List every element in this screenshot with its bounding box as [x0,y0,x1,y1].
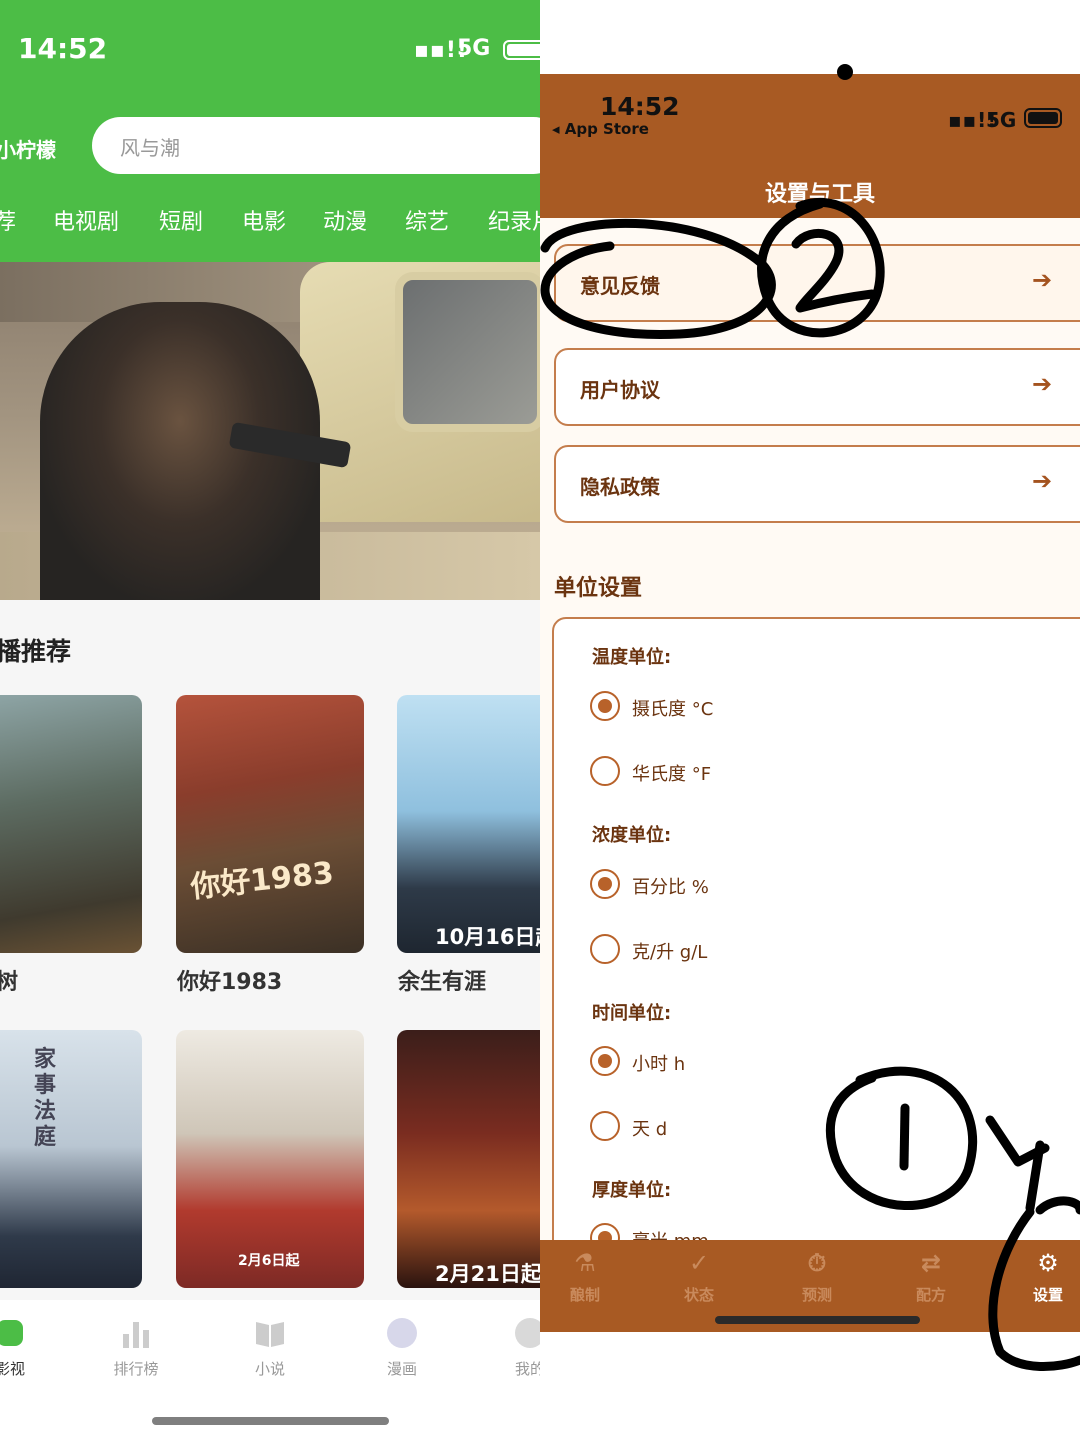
option-label: 摄氏度 °C [632,699,714,720]
concentration-group-label: 浓度单位: [592,825,672,846]
tab-recipe[interactable]: ⇄ 配方 [886,1248,976,1305]
tab-label: 酿制 [569,1286,600,1304]
status-time: 14:52 [18,32,108,65]
green-header: 14:52 ▪▪!! 5G 小柠檬 风与潮 荐 电视剧 短剧 电影 动漫 综艺 … [0,0,540,262]
screenshot-composite: 14:52 ▪▪!! 5G 小柠檬 风与潮 荐 电视剧 短剧 电影 动漫 综艺 … [0,0,1080,1440]
poster-overlay-text: 家事法庭 [34,1046,57,1150]
option-label: 克/升 g/L [632,942,708,963]
poster-card[interactable]: 2月21日起 [397,1030,540,1288]
battery-icon [1024,108,1062,128]
bar-chart-icon [123,1322,149,1348]
tab-settings[interactable]: ⚙ 设置 [1003,1248,1080,1305]
nav-item-comic[interactable]: 漫画 [362,1316,442,1379]
back-to-app-store[interactable]: ◂ App Store [552,120,649,138]
home-indicator [152,1417,389,1425]
home-indicator [715,1316,920,1324]
tab-label: 配方 [915,1286,946,1304]
nav-item-me[interactable]: 我的 [490,1316,540,1379]
nav-label: 漫画 [386,1360,417,1378]
check-icon: ✓ [688,1249,710,1277]
poster-card[interactable] [0,695,142,953]
option-label: 华氏度 °F [632,764,712,785]
privacy-policy-row[interactable]: 隐私政策 ➔ [554,445,1080,523]
battery-icon [503,40,540,60]
radio-selected-icon [590,691,620,721]
home-icon [0,1320,23,1346]
poster-overlay-text: 2月21日起 [435,1262,540,1286]
poster-title[interactable]: 你好1983 [177,964,282,996]
option-label: 天 d [632,1119,668,1140]
poster-overlay-text: 2月6日起 [238,1253,300,1269]
search-placeholder: 风与潮 [120,136,180,160]
search-input[interactable]: 风与潮 [92,117,540,174]
poster-title[interactable]: 余生有涯 [398,964,486,996]
swap-icon: ⇄ [920,1249,942,1277]
nav-label: 影视 [0,1360,25,1378]
status-time: 14:52 [600,92,680,121]
nav-item-ranking[interactable]: 排行榜 [96,1316,176,1379]
gear-icon: ⚙ [1037,1249,1059,1277]
hero-banner[interactable] [0,262,540,600]
brand-logo[interactable]: 小柠檬 [0,134,56,163]
tab-documentary[interactable]: 纪录片 [488,204,540,236]
arrow-right-icon: ➔ [1032,370,1053,398]
poster-overlay-text: 10月16日起 [435,925,540,949]
radio-empty-icon [590,756,620,786]
option-label: 小时 h [632,1054,686,1075]
user-agreement-row[interactable]: 用户协议 ➔ [554,348,1080,426]
time-group-label: 时间单位: [592,1003,672,1024]
settings-app-screen: 14:52 ◂ App Store ▪▪!! 5G 设置与工具 意见反馈 ➔ 用… [540,0,1080,1440]
nav-item-video[interactable]: 影视 [0,1316,50,1379]
radio-selected-icon [590,869,620,899]
tab-brew[interactable]: ⚗ 酿制 [540,1248,630,1305]
radio-selected-icon [590,1046,620,1076]
nav-item-novel[interactable]: 小说 [230,1316,310,1379]
stopwatch-icon: ⏱ [807,1249,827,1277]
radio-empty-icon [590,934,620,964]
tab-variety[interactable]: 综艺 [405,204,449,236]
tab-label: 预测 [801,1286,832,1304]
tab-predict[interactable]: ⏱ 预测 [772,1248,862,1305]
poster-card[interactable]: 10月16日起 [397,695,540,953]
network-label: 5G [457,36,491,61]
tab-movie[interactable]: 电影 [242,204,286,236]
flask-icon: ⚗ [574,1249,596,1277]
poster-title[interactable]: 树 [0,964,18,996]
page-title: 设置与工具 [764,182,875,207]
tab-recommend[interactable]: 荐 [0,204,16,236]
tab-label: 状态 [683,1286,714,1304]
poster-card[interactable]: 家事法庭 [0,1030,142,1288]
poster-card[interactable]: 你好1983 [176,695,364,953]
nav-label: 排行榜 [113,1360,159,1378]
row-label: 意见反馈 [580,274,660,298]
comic-icon [387,1318,417,1348]
option-label: 百分比 % [632,877,709,898]
arrow-right-icon: ➔ [1032,467,1053,495]
tab-short[interactable]: 短剧 [159,204,203,236]
tab-anime[interactable]: 动漫 [323,204,367,236]
tab-status[interactable]: ✓ 状态 [654,1248,744,1305]
radio-empty-icon [590,1111,620,1141]
nav-label: 小说 [254,1360,285,1378]
network-label: 5G [986,108,1017,132]
book-icon [256,1322,284,1347]
tab-tv[interactable]: 电视剧 [53,204,119,236]
camera-dot [837,64,853,80]
poster-overlay-text: 你好1983 [188,855,336,906]
arrow-right-icon: ➔ [1032,266,1053,294]
poster-card[interactable]: 2月6日起 [176,1030,364,1288]
unit-settings-panel: 温度单位: 摄氏度 °C 华氏度 °F 浓度单位: 百分比 % 克/升 g/L … [552,617,1080,1257]
temperature-group-label: 温度单位: [592,647,672,668]
unit-settings-heading: 单位设置 [554,576,643,601]
video-app-screen: 14:52 ▪▪!! 5G 小柠檬 风与潮 荐 电视剧 短剧 电影 动漫 综艺 … [0,0,540,1440]
thickness-group-label: 厚度单位: [592,1180,672,1201]
nav-label: 我的 [514,1360,540,1378]
section-title: 播推荐 [0,637,72,666]
feedback-row[interactable]: 意见反馈 ➔ [554,244,1080,322]
row-label: 用户协议 [580,378,660,402]
user-icon [515,1318,540,1348]
row-label: 隐私政策 [580,475,660,499]
tab-label: 设置 [1032,1286,1063,1304]
